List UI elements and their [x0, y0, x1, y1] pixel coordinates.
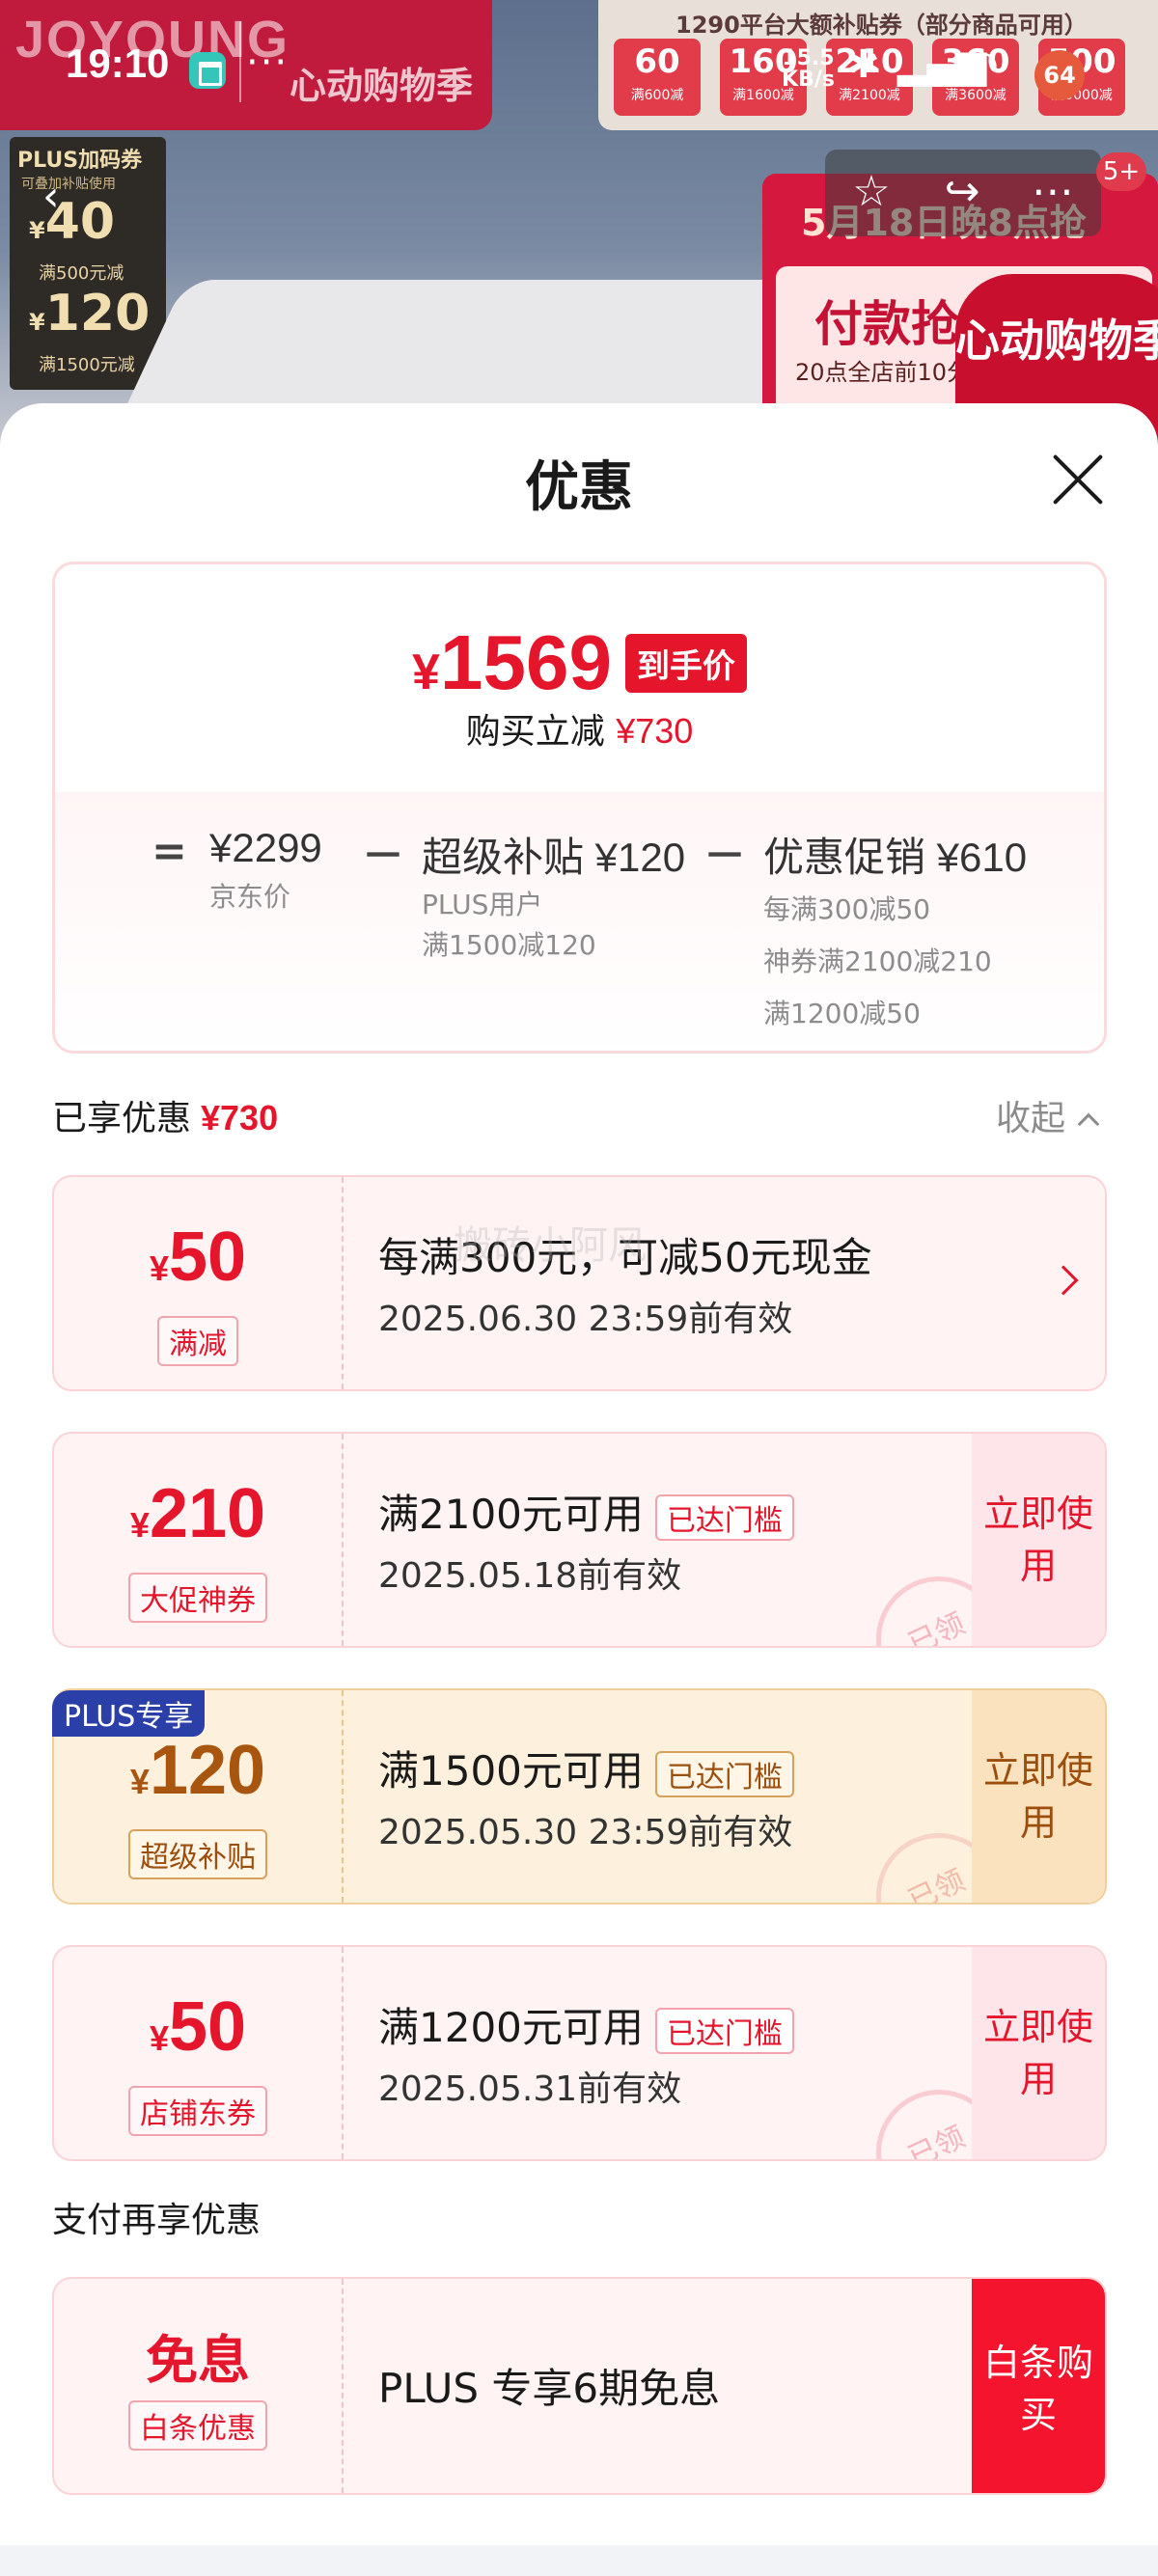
use-now-button[interactable]: 立即使用	[972, 1690, 1105, 1903]
use-now-button[interactable]: 立即使用	[972, 1434, 1105, 1646]
jd-price-column: ¥2299 京东价	[209, 825, 322, 913]
baitiao-label: 白条优惠	[128, 2400, 267, 2451]
coupon-title: 满2100元可用 已达门槛	[378, 1482, 794, 1541]
back-icon[interactable]: ‹	[42, 172, 60, 221]
network-speed: 15.5 KB/s	[782, 46, 835, 92]
instant-reduction: 购买立减 ¥730	[465, 711, 694, 752]
use-now-button[interactable]: 立即使用	[972, 1947, 1105, 2159]
status-time: 19:10	[66, 41, 170, 86]
coupon-card: ¥210 大促神券 满2100元可用 已达门槛 2025.05.18前有效 已领 …	[52, 1432, 1107, 1648]
wifi-icon: ◠	[965, 42, 999, 87]
sheet-title: 优惠	[525, 456, 633, 519]
plus-exclusive-badge: PLUS专享	[52, 1690, 206, 1737]
coupon-title: 满1500元可用 已达门槛	[378, 1739, 794, 1797]
coupon-card[interactable]: ¥50 满减 每满300元，可减50元现金 2025.06.30 23:59前有…	[52, 1175, 1107, 1391]
watermark: 搬砖小阿风	[454, 1223, 647, 1268]
coupon-type-label: 满减	[157, 1316, 238, 1366]
coupon-expiry: 2025.06.30 23:59前有效	[378, 1300, 793, 1339]
close-icon[interactable]	[1048, 450, 1108, 509]
equals-sign: =	[152, 827, 187, 876]
battery-icon: 64	[1034, 50, 1085, 100]
coupon-title: 满1200元可用 已达门槛	[378, 1995, 794, 2054]
coupon-type-label: 店铺东券	[128, 2086, 267, 2136]
more-notifications-icon: ···	[246, 41, 290, 85]
minus-sign: －	[362, 832, 404, 881]
coupon-card: ¥50 店铺东券 满1200元可用 已达门槛 2025.05.31前有效 已领 立…	[52, 1945, 1107, 2161]
coupon-expiry: 2025.05.18前有效	[378, 1556, 682, 1596]
footer-strip	[0, 2545, 1158, 2576]
price-summary-card: ¥1569 到手价 购买立减 ¥730 = ¥2299 京东价 － 超级补贴 ¥1…	[52, 562, 1107, 1054]
page: JOYOUNG 心动购物季 1290平台大额补贴券（部分商品可用） 60 满600…	[0, 0, 1158, 2576]
offer-text: PLUS 专享6期免息	[378, 2365, 721, 2412]
threshold-met-badge: 已达门槛	[654, 2007, 794, 2054]
baitiao-buy-button[interactable]: 白条购买	[972, 2279, 1105, 2493]
share-icon[interactable]: ↪	[933, 163, 991, 221]
minus-sign: －	[703, 832, 746, 881]
subsidy-column: 超级补贴 ¥120 PLUS用户 满1500减120	[422, 835, 686, 961]
final-price: ¥1569 到手价	[55, 618, 1104, 707]
baitiao-offer-card: 免息 白条优惠 PLUS 专享6期免息 白条购买	[52, 2277, 1107, 2495]
coupon-card: ¥120 超级补贴 满1500元可用 已达门槛 2025.05.30 23:59前…	[52, 1688, 1107, 1905]
coupon-expiry: 2025.05.31前有效	[378, 2069, 682, 2109]
collapse-button[interactable]: 收起	[996, 1090, 1100, 1140]
final-price-value: 1569	[439, 619, 612, 705]
more-icon[interactable]: ⋯	[1024, 163, 1082, 221]
cart-count-badge: 5+	[1096, 152, 1146, 191]
plus-coupon-banner: PLUS加码券 可叠加补贴使用 ¥40 满500元减 ¥120 满1500元减	[10, 137, 166, 390]
pay-discount-heading: 支付再享优惠	[52, 2201, 262, 2240]
shop-app-icon	[189, 52, 226, 89]
promo-column: 优惠促销 ¥610 每满300减50 神券满2100减210 满1200减50	[763, 835, 1028, 1029]
favorite-icon[interactable]: ☆	[842, 163, 900, 221]
threshold-met-badge: 已达门槛	[654, 1494, 794, 1541]
chevron-up-icon	[1077, 1112, 1100, 1136]
enjoyed-discount-header: 已享优惠 ¥730	[52, 1098, 279, 1138]
interest-free-label: 免息	[146, 2330, 250, 2391]
chevron-right-icon[interactable]	[1048, 1265, 1079, 1296]
coupon-type-label: 超级补贴	[128, 1829, 267, 1879]
final-price-tag: 到手价	[624, 633, 747, 693]
bluetooth-icon: ✱	[847, 42, 880, 87]
status-bar: 19:10 ··· 15.5 KB/s ✱ ▂▄▆ ◠ 64	[0, 0, 1158, 135]
coupon-expiry: 2025.05.30 23:59前有效	[378, 1813, 793, 1852]
coupon-type-label: 大促神券	[128, 1573, 267, 1623]
product-toolbar: ☆ ↪ ⋯	[825, 150, 1101, 236]
threshold-met-badge: 已达门槛	[654, 1750, 794, 1797]
